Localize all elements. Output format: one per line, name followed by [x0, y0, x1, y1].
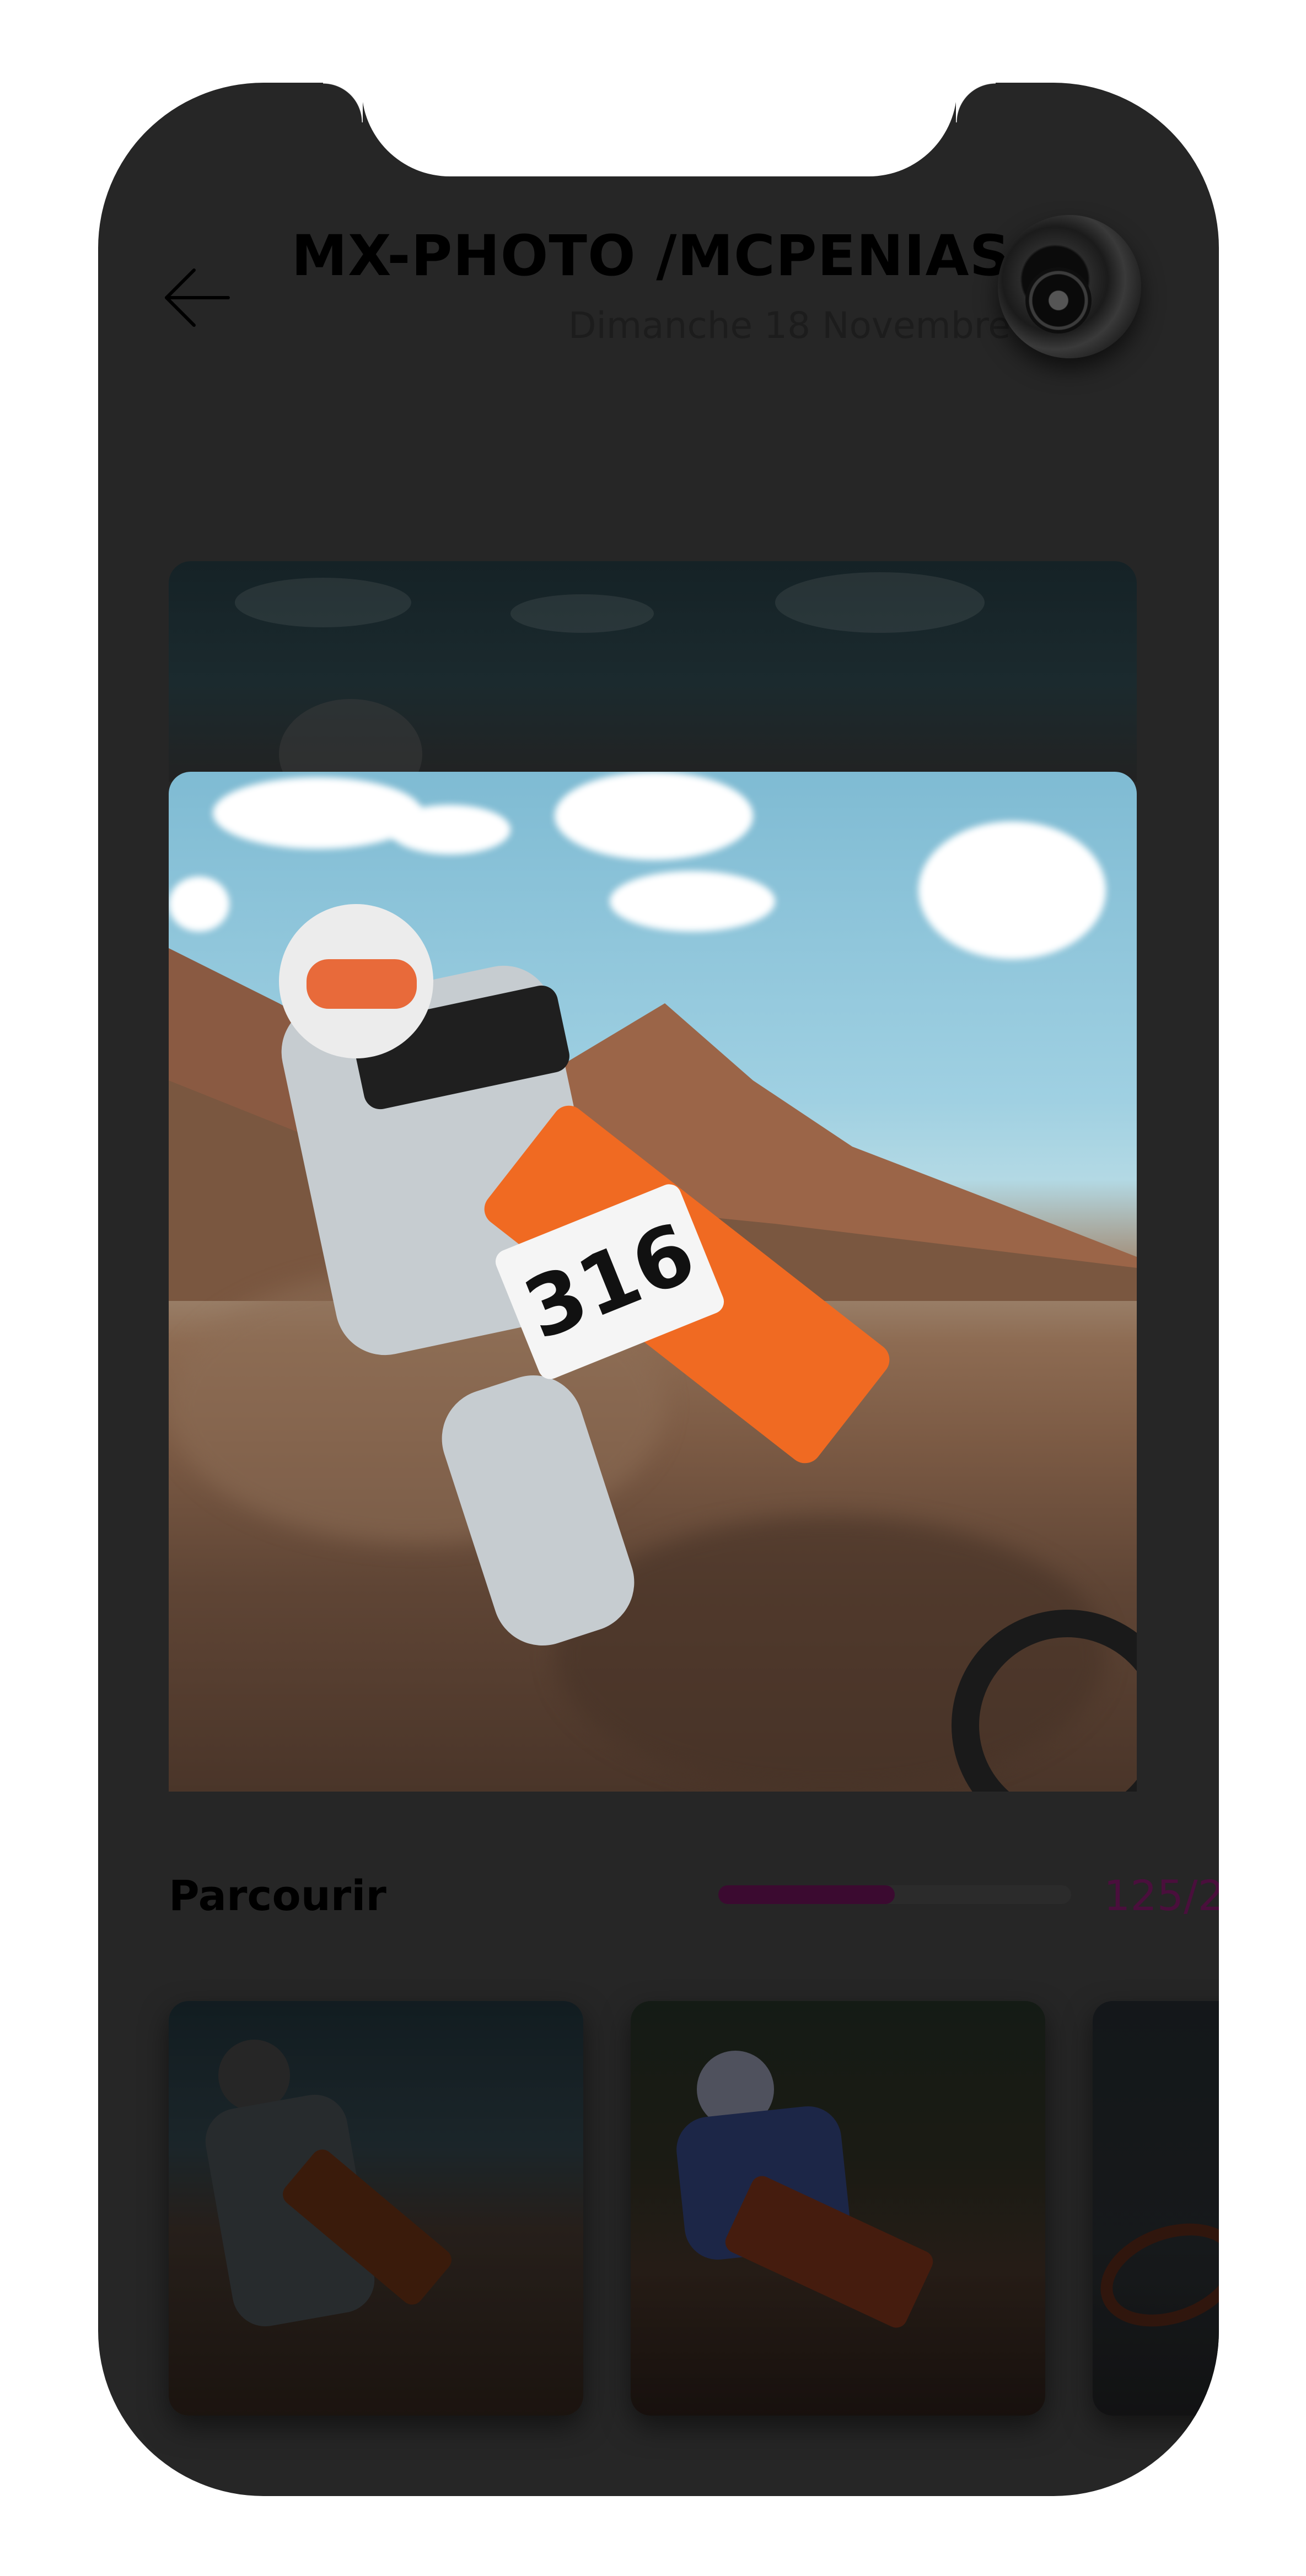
camera-avatar-icon[interactable] [998, 215, 1141, 358]
thumbnail-shade [1093, 2001, 1219, 2416]
thumbnail-shade [169, 2001, 583, 2416]
page-date: Dimanche 18 Novembre [568, 304, 1011, 347]
browse-progress-bar [718, 1885, 1071, 1904]
thumbnail-strip[interactable] [169, 2001, 1219, 2420]
browse-progress-fill [718, 1885, 895, 1904]
phone-frame: MX-PHOTO /MCPENIAS Dimanche 18 Novembre … [98, 83, 1219, 2496]
camera-lens-icon [1025, 267, 1092, 334]
arrow-left-icon [165, 268, 230, 327]
cloud-shape [555, 772, 753, 860]
photo-count: 125/250 [1104, 1871, 1219, 1920]
thumbnail-photo[interactable] [169, 2001, 583, 2416]
cloud-shape [235, 578, 411, 627]
rider-goggles [307, 959, 417, 1009]
phone-notch [323, 83, 996, 176]
cloud-shape [510, 594, 654, 633]
thumbnail-photo[interactable] [1093, 2001, 1219, 2416]
cloud-shape [775, 572, 985, 633]
thumbnail-shade [631, 2001, 1045, 2416]
thumbnail-photo[interactable] [631, 2001, 1045, 2416]
page-title: MX-PHOTO /MCPENIAS [291, 223, 1011, 289]
stacked-photo-card [169, 561, 1137, 782]
hero-photo[interactable]: 316 [169, 772, 1137, 1792]
cloud-shape [213, 777, 422, 849]
browse-label: Parcourir [169, 1871, 386, 1920]
helmet-silhouette [279, 699, 422, 782]
cloud-shape [389, 805, 510, 854]
back-button[interactable] [159, 259, 236, 336]
